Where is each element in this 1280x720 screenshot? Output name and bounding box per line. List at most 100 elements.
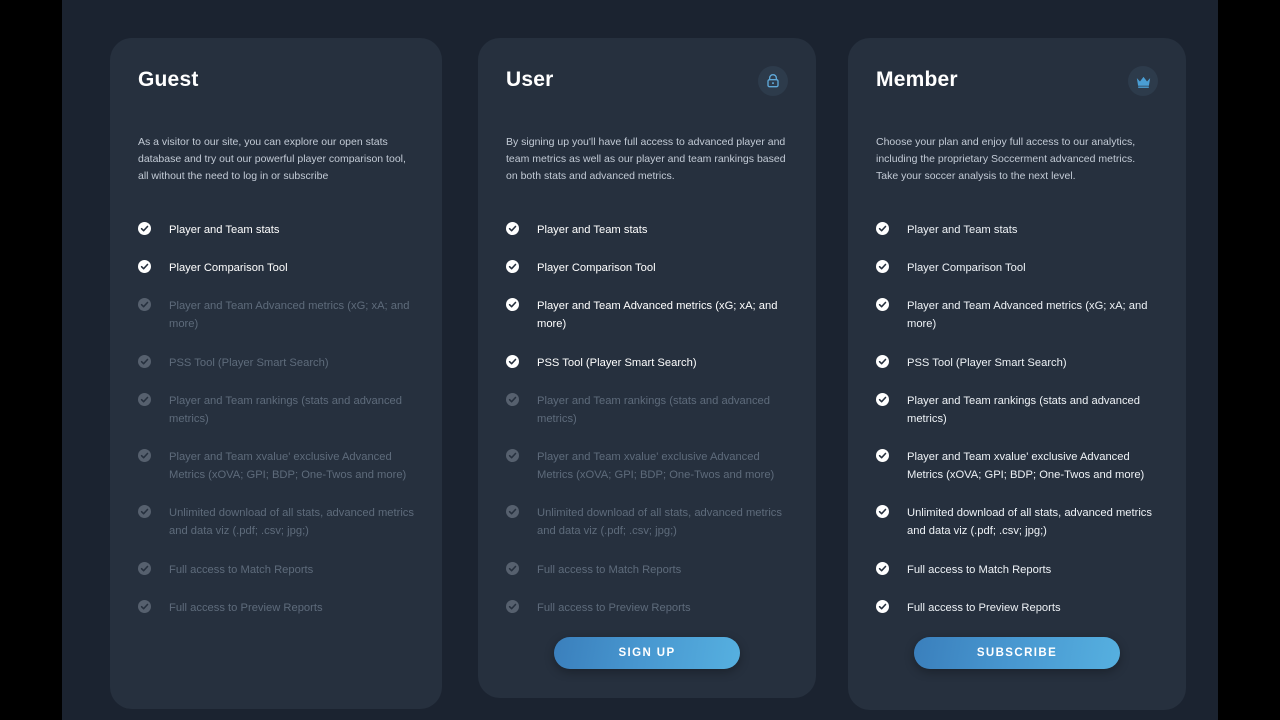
- plan-description: Choose your plan and enjoy full access t…: [876, 136, 1136, 182]
- feature-item: PSS Tool (Player Smart Search): [876, 354, 1158, 372]
- feature-item: Unlimited download of all stats, advance…: [876, 504, 1158, 540]
- plan-header: User: [506, 66, 788, 106]
- feature-label: Full access to Preview Reports: [537, 601, 691, 614]
- feature-item: Full access to Preview Reports: [876, 599, 1158, 617]
- feature-label: Player and Team rankings (stats and adva…: [537, 394, 771, 425]
- screen: Guest As a visitor to our site, you can e…: [0, 0, 1280, 720]
- check-circle-icon: [876, 222, 889, 235]
- feature-item: Full access to Preview Reports: [506, 599, 788, 617]
- pricing-cards-container: Guest As a visitor to our site, you can e…: [62, 0, 1218, 720]
- feature-item: Player Comparison Tool: [506, 259, 788, 277]
- plan-description: As a visitor to our site, you can explor…: [138, 136, 406, 182]
- feature-label: Unlimited download of all stats, advance…: [537, 507, 782, 538]
- page-viewport: Guest As a visitor to our site, you can e…: [62, 0, 1218, 720]
- feature-label: Player and Team xvalue' exclusive Advanc…: [907, 450, 1145, 482]
- check-circle-disabled-icon: [138, 599, 151, 613]
- feature-label: Player and Team rankings (stats and adva…: [907, 394, 1141, 425]
- feature-item: Player and Team Advanced metrics (xG; xA…: [138, 297, 414, 333]
- feature-item: Full access to Preview Reports: [138, 599, 414, 617]
- feature-item: Player and Team rankings (stats and adva…: [138, 392, 414, 428]
- feature-label: Full access to Preview Reports: [169, 601, 323, 614]
- feature-label: Full access to Match Reports: [907, 563, 1052, 576]
- feature-list: Player and Team stats Player Comparison T…: [138, 221, 414, 617]
- check-circle-icon: [876, 599, 889, 613]
- cta-container: SUBSCRIBE: [876, 636, 1158, 669]
- plan-description: By signing up you'll have full access to…: [506, 136, 786, 182]
- feature-label: Player Comparison Tool: [907, 262, 1026, 275]
- plan-header: Guest: [138, 68, 414, 106]
- check-circle-icon: [876, 505, 889, 519]
- check-circle-disabled-icon: [138, 448, 151, 462]
- feature-item: Unlimited download of all stats, advance…: [506, 504, 788, 540]
- lock-badge: [758, 66, 788, 96]
- check-circle-icon: [876, 448, 889, 462]
- check-circle-icon: [506, 354, 519, 368]
- check-circle-disabled-icon: [138, 505, 151, 519]
- feature-item: Player and Team Advanced metrics (xG; xA…: [506, 297, 788, 333]
- feature-item: PSS Tool (Player Smart Search): [506, 354, 788, 372]
- feature-label: Player and Team stats: [537, 224, 648, 236]
- feature-item: Player Comparison Tool: [138, 259, 414, 277]
- feature-item: Player and Team xvalue' exclusive Advanc…: [138, 448, 414, 484]
- feature-label: Player and Team Advanced metrics (xG; xA…: [907, 300, 1148, 331]
- feature-item: Full access to Match Reports: [138, 561, 414, 579]
- feature-label: Player and Team stats: [907, 224, 1018, 236]
- feature-label: Full access to Preview Reports: [907, 601, 1061, 614]
- feature-list: Player and Team stats Player Comparison T…: [876, 221, 1158, 617]
- feature-label: Full access to Match Reports: [169, 563, 314, 576]
- check-circle-disabled-icon: [138, 354, 151, 368]
- check-circle-disabled-icon: [138, 298, 151, 312]
- check-circle-icon: [506, 222, 519, 235]
- feature-label: Player Comparison Tool: [537, 262, 656, 275]
- feature-label: Player and Team Advanced metrics (xG; xA…: [169, 300, 410, 331]
- plan-card-member: Member Choose your plan and enjoy full ac…: [848, 38, 1186, 710]
- feature-label: Unlimited download of all stats, advance…: [169, 507, 414, 538]
- plan-card-guest: Guest As a visitor to our site, you can e…: [110, 38, 442, 709]
- check-circle-disabled-icon: [506, 561, 519, 575]
- feature-label: Full access to Match Reports: [537, 563, 682, 576]
- check-circle-icon: [876, 392, 889, 406]
- feature-label: Player and Team Advanced metrics (xG; xA…: [537, 300, 778, 331]
- crown-badge: [1128, 66, 1158, 96]
- check-circle-icon: [876, 260, 889, 274]
- check-circle-disabled-icon: [506, 599, 519, 613]
- feature-item: Player and Team xvalue' exclusive Advanc…: [506, 448, 788, 484]
- subscribe-button[interactable]: SUBSCRIBE: [914, 636, 1120, 669]
- check-circle-disabled-icon: [138, 392, 151, 406]
- feature-label: PSS Tool (Player Smart Search): [907, 356, 1067, 369]
- cta-container: SIGN UP: [506, 636, 788, 669]
- feature-label: PSS Tool (Player Smart Search): [537, 356, 697, 369]
- check-circle-icon: [506, 260, 519, 274]
- feature-label: Player and Team xvalue' exclusive Advanc…: [169, 450, 407, 482]
- feature-label: PSS Tool (Player Smart Search): [169, 356, 329, 369]
- feature-item: Player and Team Advanced metrics (xG; xA…: [876, 297, 1158, 333]
- feature-item: Full access to Match Reports: [876, 561, 1158, 579]
- plan-title: Member: [876, 68, 958, 91]
- feature-item: Player and Team stats: [506, 221, 788, 239]
- check-circle-icon: [876, 561, 889, 575]
- feature-item: Unlimited download of all stats, advance…: [138, 504, 414, 540]
- feature-item: Player and Team stats: [876, 221, 1158, 239]
- plan-title: User: [506, 68, 554, 91]
- plan-title: Guest: [138, 68, 199, 91]
- crown-icon: [1135, 73, 1152, 90]
- check-circle-disabled-icon: [506, 505, 519, 519]
- feature-label: Unlimited download of all stats, advance…: [907, 507, 1152, 538]
- check-circle-icon: [876, 298, 889, 312]
- feature-item: Player Comparison Tool: [876, 259, 1158, 277]
- check-circle-disabled-icon: [506, 448, 519, 462]
- plan-card-user: User By signing up you'll have full acces…: [478, 38, 816, 698]
- check-circle-icon: [138, 222, 151, 235]
- feature-label: Player Comparison Tool: [169, 262, 288, 275]
- feature-item: Player and Team rankings (stats and adva…: [506, 392, 788, 428]
- feature-label: Player and Team rankings (stats and adva…: [169, 394, 403, 425]
- feature-item: Player and Team rankings (stats and adva…: [876, 392, 1158, 428]
- lock-icon: [765, 73, 781, 89]
- plan-header: Member: [876, 66, 1158, 106]
- sign-up-button[interactable]: SIGN UP: [554, 636, 740, 669]
- check-circle-icon: [876, 354, 889, 368]
- check-circle-disabled-icon: [506, 392, 519, 406]
- feature-list: Player and Team stats Player Comparison T…: [506, 221, 788, 617]
- feature-label: Player and Team stats: [169, 224, 280, 236]
- feature-item: Player and Team xvalue' exclusive Advanc…: [876, 448, 1158, 484]
